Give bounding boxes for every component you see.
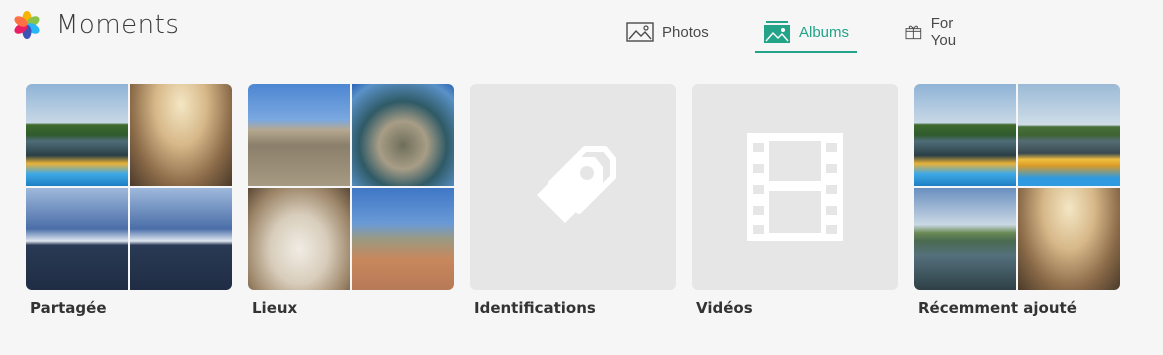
album-cover bbox=[26, 84, 232, 290]
album-partagee[interactable]: Partagée bbox=[26, 84, 232, 317]
app-brand: Moments bbox=[12, 10, 179, 40]
tab-photos[interactable]: Photos bbox=[626, 12, 709, 52]
album-recemment-ajoute[interactable]: Récemment ajouté bbox=[914, 84, 1120, 317]
album-cover bbox=[914, 84, 1120, 290]
album-identifications[interactable]: Identifications bbox=[470, 84, 676, 317]
album-photo bbox=[914, 84, 1016, 186]
film-icon bbox=[747, 133, 843, 241]
tab-albums-label: Albums bbox=[799, 23, 850, 41]
album-photo bbox=[248, 84, 350, 186]
tab-for-you-label: For You bbox=[930, 15, 957, 49]
album-photo bbox=[130, 84, 232, 186]
album-videos[interactable]: Vidéos bbox=[692, 84, 898, 317]
tab-photos-label: Photos bbox=[662, 23, 709, 41]
album-label: Partagée bbox=[30, 299, 107, 317]
album-photo bbox=[914, 188, 1016, 290]
album-cover bbox=[248, 84, 454, 290]
album-label: Récemment ajouté bbox=[918, 299, 1077, 317]
album-photo bbox=[130, 188, 232, 290]
album-photo bbox=[1018, 188, 1120, 290]
album-photo bbox=[248, 188, 350, 290]
album-photo bbox=[352, 84, 454, 186]
album-label: Vidéos bbox=[696, 299, 753, 317]
album-photo bbox=[352, 188, 454, 290]
album-cover bbox=[470, 84, 676, 290]
tab-albums[interactable]: Albums bbox=[754, 12, 858, 53]
album-icon bbox=[764, 21, 790, 43]
album-cover bbox=[692, 84, 898, 290]
image-icon bbox=[626, 22, 654, 42]
moments-logo-icon bbox=[14, 11, 40, 39]
album-label: Identifications bbox=[474, 299, 596, 317]
album-photo bbox=[26, 84, 128, 186]
tab-for-you[interactable]: For You bbox=[904, 12, 965, 52]
gift-icon bbox=[905, 25, 922, 40]
album-photo bbox=[1018, 84, 1120, 186]
album-lieux[interactable]: Lieux bbox=[248, 84, 454, 317]
tag-icon bbox=[537, 146, 616, 223]
album-label: Lieux bbox=[252, 299, 298, 317]
app-title: Moments bbox=[56, 10, 180, 40]
album-photo bbox=[26, 188, 128, 290]
